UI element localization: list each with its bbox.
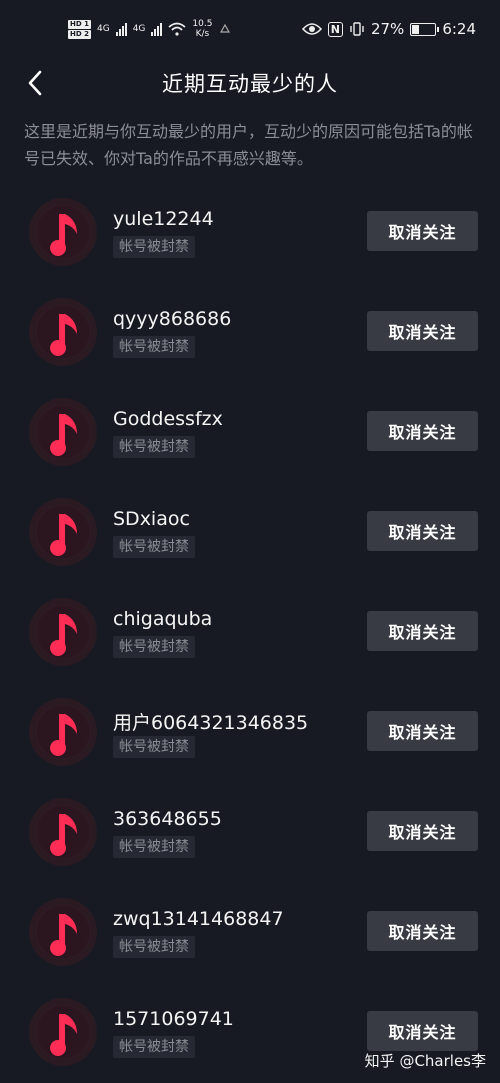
- status-badge: 帐号被封禁: [113, 436, 195, 458]
- music-note-icon: [37, 806, 89, 858]
- avatar[interactable]: [29, 598, 97, 666]
- list-item[interactable]: 363648655 帐号被封禁 取消关注: [0, 782, 500, 882]
- list-item[interactable]: Goddessfzx 帐号被封禁 取消关注: [0, 382, 500, 482]
- music-note-icon: [37, 606, 89, 658]
- avatar[interactable]: [29, 398, 97, 466]
- username: chigaquba: [113, 608, 213, 630]
- status-badge: 帐号被封禁: [113, 236, 195, 258]
- unfollow-button[interactable]: 取消关注: [367, 611, 478, 651]
- hd2-label: HD 2: [68, 29, 91, 39]
- music-note-icon: [37, 706, 89, 758]
- hd-indicator: HD 1 HD 2: [68, 19, 91, 39]
- music-note-icon: [37, 406, 89, 458]
- status-left: HD 1 HD 2 4G 4G 10.5 K/s: [68, 19, 232, 39]
- username: SDxiaoc: [113, 508, 190, 530]
- list-item[interactable]: SDxiaoc 帐号被封禁 取消关注: [0, 482, 500, 582]
- unfollow-button[interactable]: 取消关注: [367, 711, 478, 751]
- music-note-icon: [37, 506, 89, 558]
- page-description: 这里是近期与你互动最少的用户，互动少的原因可能包括Ta的帐号已失效、你对Ta的作…: [24, 122, 473, 168]
- speed-unit: K/s: [195, 29, 210, 39]
- music-note-icon: [37, 1006, 89, 1058]
- unfollow-button[interactable]: 取消关注: [367, 211, 478, 251]
- avatar[interactable]: [29, 198, 97, 266]
- eye-icon: [301, 23, 322, 35]
- signal-icon-2: [151, 22, 163, 36]
- speed-value: 10.5: [192, 19, 213, 29]
- network-type-2: 4G: [132, 24, 146, 34]
- status-badge: 帐号被封禁: [113, 336, 195, 358]
- status-badge: 帐号被封禁: [113, 1036, 195, 1058]
- wifi-icon: [168, 22, 186, 36]
- signal-icon: [115, 22, 127, 36]
- username: 1571069741: [113, 1008, 234, 1030]
- nfc-icon: N: [327, 21, 343, 37]
- avatar[interactable]: [29, 698, 97, 766]
- status-badge: 帐号被封禁: [113, 536, 195, 558]
- avatar[interactable]: [29, 498, 97, 566]
- unfollow-button[interactable]: 取消关注: [367, 811, 478, 851]
- unfollow-button[interactable]: 取消关注: [367, 311, 478, 351]
- username: 用户6064321346835: [113, 712, 309, 734]
- network-speed: 10.5 K/s: [192, 19, 212, 39]
- network-type-1: 4G: [96, 24, 110, 34]
- clock: 6:24: [442, 20, 476, 38]
- avatar[interactable]: [29, 898, 97, 966]
- status-right: N 27% 6:24: [301, 20, 476, 38]
- list-item[interactable]: zwq13141468847 帐号被封禁 取消关注: [0, 882, 500, 982]
- unfollow-button[interactable]: 取消关注: [367, 911, 478, 951]
- list-item[interactable]: chigaquba 帐号被封禁 取消关注: [0, 582, 500, 682]
- vibrate-icon: [350, 22, 364, 36]
- avatar[interactable]: [29, 798, 97, 866]
- back-button[interactable]: [22, 68, 52, 98]
- username: 363648655: [113, 808, 222, 830]
- status-badge: 帐号被封禁: [113, 836, 195, 858]
- page-title: 近期互动最少的人: [162, 72, 338, 96]
- username: Goddessfzx: [113, 408, 223, 430]
- list-item[interactable]: qyyy868686 帐号被封禁 取消关注: [0, 282, 500, 382]
- list-item[interactable]: yule12244 帐号被封禁 取消关注: [0, 182, 500, 282]
- username: yule12244: [113, 208, 214, 230]
- unfollow-button[interactable]: 取消关注: [367, 511, 478, 551]
- status-bar: HD 1 HD 2 4G 4G 10.5 K/s N 27% 6:24: [0, 0, 500, 58]
- username: zwq13141468847: [113, 908, 284, 930]
- user-list: yule12244 帐号被封禁 取消关注 qyyy868686 帐号被封禁 取消关注 God…: [0, 182, 500, 1082]
- battery-percent: 27%: [370, 20, 405, 38]
- hd1-label: HD 1: [68, 19, 91, 29]
- list-item[interactable]: 用户6064321346835 帐号被封禁 取消关注: [0, 682, 500, 782]
- status-badge: 帐号被封禁: [113, 636, 195, 658]
- battery-icon: [410, 22, 440, 36]
- status-badge: 帐号被封禁: [113, 936, 195, 958]
- unfollow-button[interactable]: 取消关注: [367, 1011, 478, 1051]
- username: qyyy868686: [113, 308, 232, 330]
- chevron-left-icon: [28, 70, 42, 96]
- status-badge: 帐号被封禁: [113, 736, 195, 758]
- music-note-icon: [37, 906, 89, 958]
- navigation-bar: 近期互动最少的人: [0, 58, 500, 108]
- notification-icon: [220, 23, 231, 33]
- unfollow-button[interactable]: 取消关注: [367, 411, 478, 451]
- music-note-icon: [37, 306, 89, 358]
- music-note-icon: [37, 206, 89, 258]
- watermark: 知乎 @Charles李: [364, 1052, 486, 1070]
- avatar[interactable]: [29, 298, 97, 366]
- avatar[interactable]: [29, 998, 97, 1066]
